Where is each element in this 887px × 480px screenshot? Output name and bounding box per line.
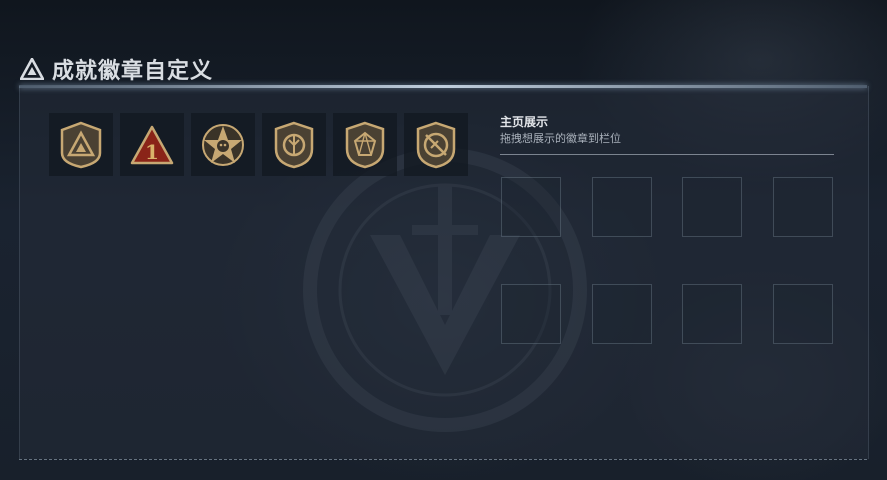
showcase-slot[interactable] — [592, 284, 652, 344]
header: 成就徽章自定义 — [20, 52, 213, 86]
panel-bottom-border — [19, 459, 867, 460]
round-shield-badge-icon — [274, 121, 314, 168]
number-one-triangle-badge-icon: 1 — [130, 125, 174, 164]
showcase-slot[interactable] — [682, 284, 742, 344]
homepage-showcase: 主页展示 拖拽想展示的徽章到栏位 — [500, 114, 834, 155]
badge-item[interactable] — [262, 113, 326, 176]
showcase-slot[interactable] — [773, 177, 833, 237]
showcase-slot[interactable] — [501, 177, 561, 237]
showcase-slot[interactable] — [592, 177, 652, 237]
badge-list: 1 — [49, 113, 468, 176]
showcase-slot[interactable] — [773, 284, 833, 344]
triangle-shield-badge-icon — [60, 121, 102, 168]
star-skull-badge-icon — [202, 123, 244, 166]
panel-top-border — [19, 85, 867, 88]
showcase-title: 主页展示 — [500, 115, 549, 129]
badge-item[interactable] — [49, 113, 113, 176]
crossed-circle-badge-icon — [416, 121, 456, 168]
badge-item[interactable] — [404, 113, 468, 176]
badge-item[interactable] — [333, 113, 397, 176]
svg-text:1: 1 — [145, 140, 159, 164]
gem-shield-badge-icon — [345, 121, 385, 168]
showcase-slot[interactable] — [682, 177, 742, 237]
showcase-slot[interactable] — [501, 284, 561, 344]
triangle-logo-icon — [20, 58, 44, 80]
divider — [500, 154, 834, 155]
page-title: 成就徽章自定义 — [52, 59, 214, 84]
badge-item[interactable]: 1 — [120, 113, 184, 176]
badge-item[interactable] — [191, 113, 255, 176]
showcase-subtitle: 拖拽想展示的徽章到栏位 — [500, 132, 621, 145]
